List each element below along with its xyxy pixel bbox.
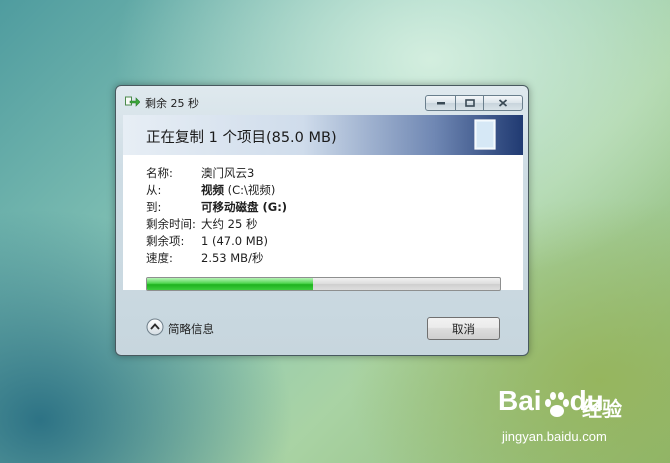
detail-row-name: 名称: 澳门风云3 [146,165,254,182]
progress-fill [147,278,313,290]
baidu-jingyan-watermark: Bai du 经验 jingyan.baidu.com [498,385,648,455]
detail-value: 1 (47.0 MB) [201,234,269,248]
detail-value: 大约 25 秒 [201,217,258,231]
details-toggle-label[interactable]: 简略信息 [168,321,214,337]
detail-row-time-remaining: 剩余时间: 大约 25 秒 [146,216,257,233]
detail-value: 2.53 MB/秒 [201,251,264,265]
document-icon [474,119,496,150]
detail-label: 名称: [146,166,173,180]
restore-icon [464,99,475,107]
cancel-button[interactable]: 取消 [427,317,500,340]
detail-row-items-remaining: 剩余项: 1 (47.0 MB) [146,233,268,250]
detail-value[interactable]: 可移动磁盘 (G:) [201,199,287,216]
copy-arrow-icon [125,96,140,107]
close-icon [498,99,508,107]
detail-row-speed: 速度: 2.53 MB/秒 [146,250,263,267]
copy-progress-bar [146,277,501,291]
copy-summary: 正在复制 1 个项目(85.0 MB) [146,130,337,146]
title-bar[interactable]: 剩余 25 秒 [116,86,528,114]
detail-label: 剩余时间: [146,217,196,231]
window-title: 剩余 25 秒 [145,97,199,110]
detail-value[interactable]: 视频 (C:\视频) [201,182,275,199]
detail-label: 速度: [146,251,173,265]
close-button[interactable] [483,95,523,111]
minimize-button[interactable] [425,95,456,111]
detail-label: 到: [146,200,162,214]
paw-icon [545,392,569,417]
detail-label: 剩余项: [146,234,185,248]
minimize-icon [436,102,445,105]
collapse-details-icon[interactable] [146,318,164,336]
detail-row-from: 从: 视频 (C:\视频) [146,182,275,199]
dialog-header: 正在复制 1 个项目(85.0 MB) [123,115,523,155]
restore-button[interactable] [455,95,484,111]
watermark-brand: 经验 [582,397,622,421]
detail-label: 从: [146,183,162,197]
detail-row-to: 到: 可移动磁盘 (G:) [146,199,287,216]
detail-value: 澳门风云3 [201,166,255,180]
details-panel: 名称: 澳门风云3 从: 视频 (C:\视频) 到: 可移动磁盘 (G:) 剩余… [123,155,523,291]
copy-progress-dialog: 剩余 25 秒 正在复制 1 个项目(85.0 MB) 名称: 澳门风云3 从:… [115,85,529,356]
watermark-url: jingyan.baidu.com [502,429,607,444]
